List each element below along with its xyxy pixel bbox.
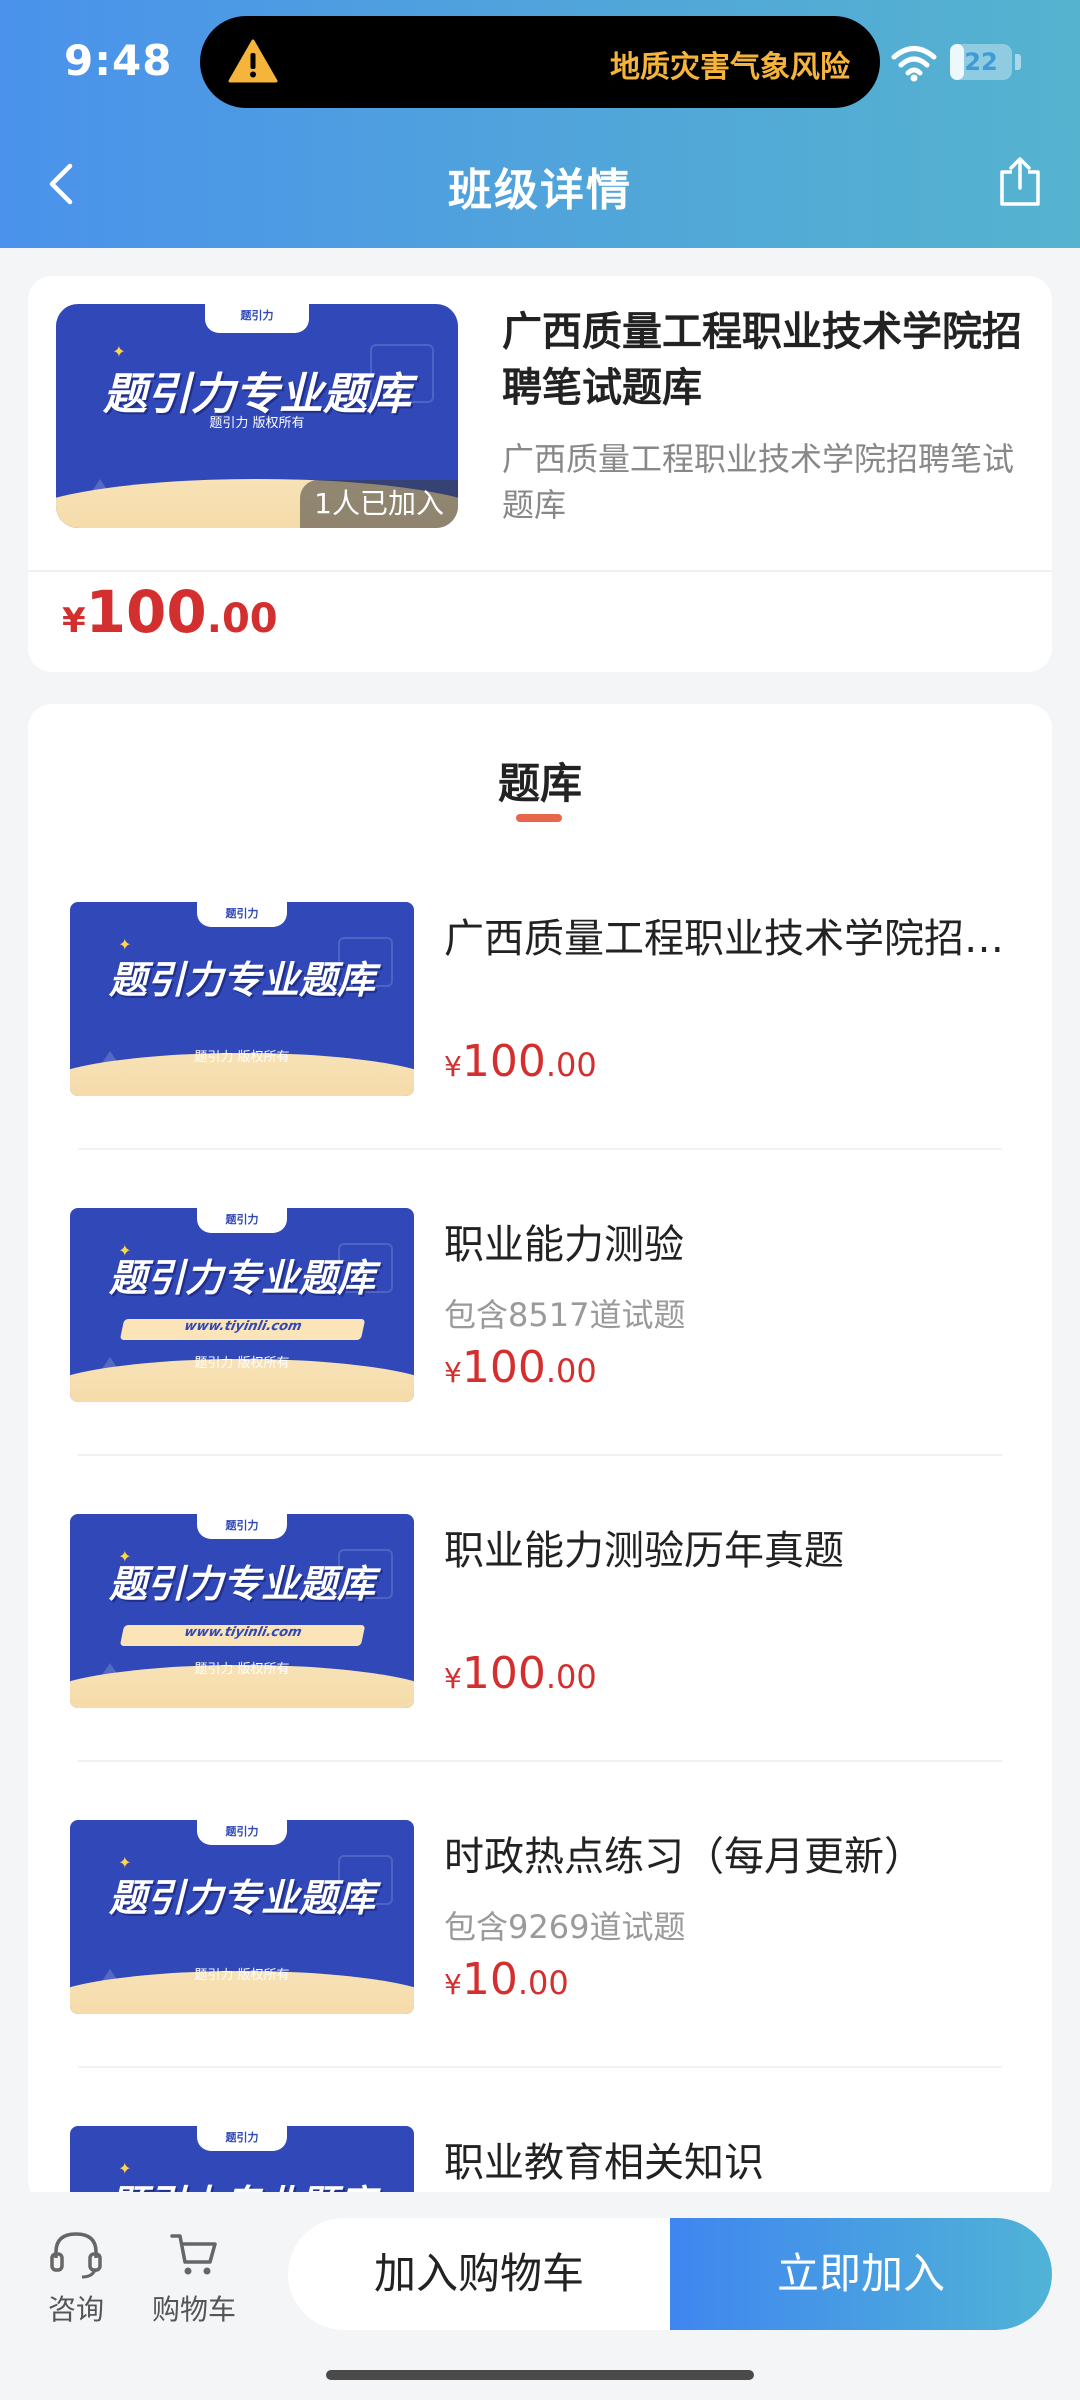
question-bank-section: 题库 ✦ 题引力 题引力专业题库 题引力 版权所有 广西质量工程职业技术学院招聘… <box>28 704 1052 2204</box>
battery-icon: 22 <box>950 44 1012 80</box>
cover-title: 题引力专业题库 <box>108 1561 375 1606</box>
cart-label: 购物车 <box>151 2293 236 2326</box>
cover-url: www.tiyinli.com <box>119 1318 365 1340</box>
cover-copyright: 题引力 版权所有 <box>194 1662 290 1677</box>
price-currency: ¥ <box>62 601 86 641</box>
section-underline <box>516 814 562 822</box>
join-now-button[interactable]: 立即加入 <box>670 2218 1052 2330</box>
brand-tab: 题引力 <box>197 2126 287 2152</box>
bank-price: ¥100.00 <box>444 1342 597 1393</box>
bank-cover-image: ✦ 题引力 题引力专业题库 题引力 版权所有 <box>70 1820 414 2014</box>
price-currency: ¥ <box>444 1968 462 2001</box>
dynamic-island-alert[interactable]: 地质灾害气象风险 <box>200 16 880 108</box>
price-currency: ¥ <box>444 1662 462 1695</box>
brand-tab: 题引力 <box>197 1208 287 1234</box>
price-decimal: .00 <box>545 1658 597 1696</box>
bank-list-item[interactable]: ✦ 题引力 题引力专业题库 www.tiyinli.com 题引力 版权所有 职… <box>28 1514 1052 1820</box>
cover-url: www.tiyinli.com <box>119 1624 365 1646</box>
bank-title: 职业能力测验历年真题 <box>444 1528 844 1574</box>
price-integer: 100 <box>85 578 207 646</box>
shopping-cart-button[interactable]: 购物车 <box>144 2230 244 2328</box>
purchase-actions: 加入购物车 立即加入 <box>288 2218 1052 2330</box>
bank-title: 时政热点练习（每月更新） <box>444 1834 924 1880</box>
alert-text: 地质灾害气象风险 <box>610 50 850 85</box>
bank-price: ¥10.00 <box>444 1954 569 2005</box>
class-description: 广西质量工程职业技术学院招聘笔试题库 <box>502 440 1015 524</box>
bank-list-item[interactable]: ✦ 题引力 题引力专业题库 题引力 版权所有 时政热点练习（每月更新） 包含92… <box>28 1820 1052 2126</box>
home-indicator[interactable] <box>326 2370 754 2380</box>
divider <box>78 1148 1002 1150</box>
battery-tip <box>1015 54 1021 70</box>
price-currency: ¥ <box>444 1356 462 1389</box>
bank-cover-image: ✦ 题引力 题引力专业题库 题引力 版权所有 <box>70 902 414 1096</box>
class-cover-image: ✦ 题引力 题引力专业题库 题引力 版权所有 1人已加入 <box>56 304 458 528</box>
joined-count-badge: 1人已加入 <box>300 480 458 528</box>
divider <box>78 2066 1002 2068</box>
bank-list-item[interactable]: ✦ 题引力 题引力专业题库 www.tiyinli.com 题引力 版权所有 职… <box>28 1208 1052 1514</box>
header: 9:48 地质灾害气象风险 22 班级详情 <box>0 0 1080 248</box>
cover-copyright: 题引力 版权所有 <box>209 416 305 431</box>
headset-icon <box>50 2232 102 2279</box>
bank-list-item[interactable]: ✦ 题引力 题引力专业题库 题引力 版权所有 广西质量工程职业技术学院招聘笔试题… <box>28 902 1052 1208</box>
warning-icon <box>228 39 278 83</box>
cover-title: 题引力专业题库 <box>108 1875 375 1920</box>
brand-tab: 题引力 <box>204 304 310 334</box>
cover-copyright: 题引力 版权所有 <box>194 1356 290 1371</box>
price-currency: ¥ <box>444 1050 462 1083</box>
bank-price: ¥100.00 <box>444 1036 597 1087</box>
battery-fill <box>950 44 964 80</box>
divider <box>28 570 1052 572</box>
class-price: ¥100.00 <box>62 578 278 646</box>
page-title: 班级详情 <box>448 165 632 216</box>
price-integer: 10 <box>461 1954 518 2005</box>
wifi-icon <box>891 46 937 82</box>
price-integer: 100 <box>461 1648 546 1699</box>
bank-title: 职业能力测验 <box>444 1222 684 1268</box>
consult-button[interactable]: 咨询 <box>26 2230 126 2328</box>
bank-cover-image: ✦ 题引力 题引力专业题库 www.tiyinli.com 题引力 版权所有 <box>70 1514 414 1708</box>
cover-title: 题引力专业题库 <box>108 1255 375 1300</box>
bank-question-count: 包含9269道试题 <box>444 1908 686 1946</box>
cover-title: 题引力专业题库 <box>108 957 375 1002</box>
price-decimal: .00 <box>545 1046 597 1084</box>
section-title: 题库 <box>497 759 582 808</box>
price-integer: 100 <box>461 1036 546 1087</box>
cover-copyright: 题引力 版权所有 <box>194 1050 290 1065</box>
cart-icon <box>170 2234 217 2275</box>
consult-label: 咨询 <box>47 2293 104 2326</box>
bottom-action-bar: 咨询 购物车 加入购物车 立即加入 <box>0 2192 1080 2400</box>
status-time: 9:48 <box>64 36 173 85</box>
bank-price: ¥100.00 <box>444 1648 597 1699</box>
cover-copyright: 题引力 版权所有 <box>194 1968 290 1983</box>
class-summary-card: ✦ 题引力 题引力专业题库 题引力 版权所有 1人已加入 广西质量工程职业技术学… <box>28 276 1052 672</box>
battery-level: 22 <box>964 48 998 76</box>
bank-cover-image: ✦ 题引力 题引力专业题库 www.tiyinli.com 题引力 版权所有 <box>70 1208 414 1402</box>
brand-tab: 题引力 <box>197 1514 287 1540</box>
bank-title: 职业教育相关知识 <box>444 2140 764 2186</box>
bank-question-count: 包含8517道试题 <box>444 1296 686 1334</box>
brand-tab: 题引力 <box>197 1820 287 1846</box>
price-decimal: .00 <box>206 596 278 642</box>
add-to-cart-button[interactable]: 加入购物车 <box>288 2218 670 2330</box>
divider <box>78 1454 1002 1456</box>
divider <box>78 1760 1002 1762</box>
brand-tab: 题引力 <box>197 902 287 928</box>
price-decimal: .00 <box>545 1352 597 1390</box>
price-integer: 100 <box>461 1342 546 1393</box>
share-icon[interactable] <box>996 156 1044 208</box>
bank-title: 广西质量工程职业技术学院招聘笔试题库 <box>444 916 1024 962</box>
class-title: 广西质量工程职业技术学院招聘笔试题库 <box>502 309 1022 411</box>
price-decimal: .00 <box>517 1964 569 2002</box>
